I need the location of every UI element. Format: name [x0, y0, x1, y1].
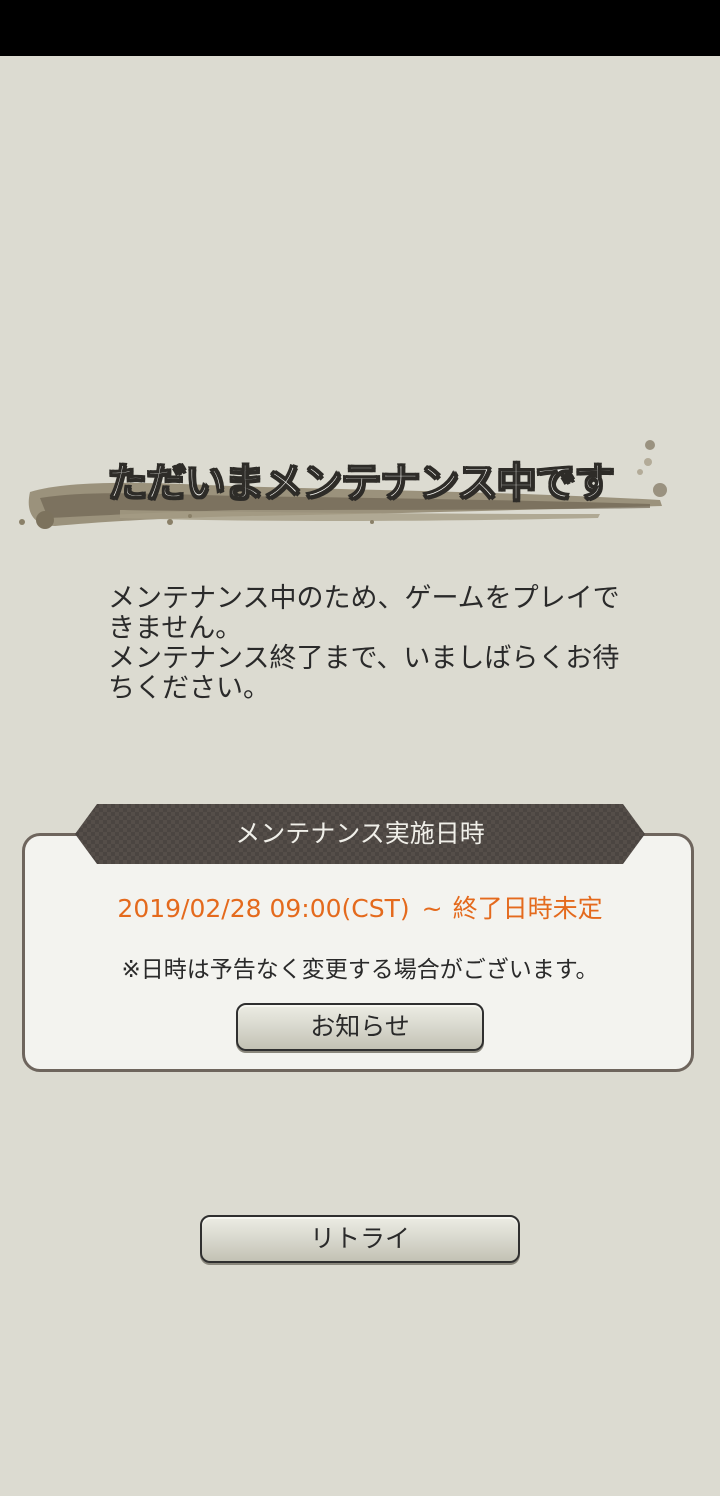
status-bar [0, 0, 720, 56]
info-panel-banner: メンテナンス実施日時 [75, 804, 645, 864]
notice-button[interactable]: お知らせ [236, 1003, 484, 1051]
schedule-start: 2019/02/28 09:00(CST) [117, 894, 410, 923]
maintenance-message: メンテナンス中のため、ゲームをプレイで きません。 メンテナンス終了まで、いまし… [108, 584, 628, 704]
maintenance-schedule: 2019/02/28 09:00(CST) ~ 終了日時未定 [0, 889, 720, 925]
info-panel-heading: メンテナンス実施日時 [235, 819, 485, 848]
title-area: ただいまメンテナンス中です [0, 430, 720, 540]
schedule-separator: ~ [421, 894, 443, 923]
message-line: ちください。 [108, 673, 270, 704]
retry-button[interactable]: リトライ [200, 1215, 520, 1263]
schedule-end: 終了日時未定 [452, 894, 603, 923]
message-line: メンテナンス終了まで、いましばらくお待 [108, 643, 620, 674]
message-line: メンテナンス中のため、ゲームをプレイで [108, 583, 620, 614]
schedule-note: ※日時は予告なく変更する場合がございます。 [121, 957, 599, 983]
page-title: ただいまメンテナンス中です [106, 459, 615, 507]
message-line: きません。 [108, 613, 243, 644]
